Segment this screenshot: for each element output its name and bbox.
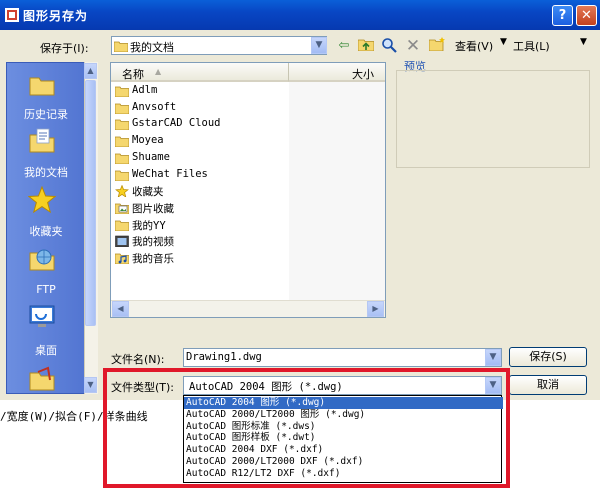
favorites-star-icon[interactable]: [28, 186, 56, 214]
back-arrow-icon[interactable]: ⇦: [335, 37, 353, 55]
filename-label: 文件名(N):: [111, 353, 165, 366]
up-folder-icon[interactable]: [357, 37, 375, 55]
chevron-down-icon: ▼: [500, 37, 507, 47]
file-list-item-label: 我的YY: [132, 219, 166, 232]
file-list-item-label: Shuame: [132, 150, 170, 163]
pictures-folder-icon: [115, 203, 129, 214]
help-button[interactable]: ?: [552, 5, 573, 26]
column-name-label: 名称: [122, 68, 144, 81]
sort-asc-icon: ▲: [155, 67, 162, 76]
chevron-down-icon[interactable]: ▼: [485, 349, 501, 366]
folder-icon: [115, 153, 129, 164]
history-icon[interactable]: [28, 70, 56, 98]
scroll-left-icon[interactable]: ◀: [112, 301, 129, 317]
highlight-box: [103, 368, 510, 488]
folder-icon: [115, 136, 129, 148]
folder-icon: [115, 103, 129, 114]
scroll-right-icon[interactable]: ▶: [367, 301, 384, 317]
favorites-folder-icon: [115, 185, 129, 198]
place-ftp-label[interactable]: FTP: [6, 283, 86, 296]
filename-value: Drawing1.dwg: [186, 351, 262, 363]
folder-icon: [115, 170, 129, 181]
preview-box: [396, 70, 590, 168]
scroll-down-icon[interactable]: ▼: [84, 377, 97, 393]
folder-icon: [114, 41, 128, 52]
folder-icon: [115, 119, 129, 131]
save-in-value: 我的文档: [130, 41, 174, 54]
new-folder-icon[interactable]: [428, 37, 446, 55]
window-title: 图形另存为: [23, 9, 89, 23]
search-web-icon[interactable]: [380, 37, 398, 55]
cancel-button[interactable]: 取消: [509, 375, 587, 395]
save-in-label: 保存于(I):: [40, 42, 89, 55]
column-size-label: 大小: [352, 68, 374, 81]
file-list-item-label: Adlm: [132, 84, 158, 96]
file-list-item-label: Moyea: [132, 134, 164, 147]
size-column-bg: [289, 82, 385, 300]
save-button[interactable]: 保存(S): [509, 347, 587, 367]
chevron-down-icon: ▼: [580, 37, 587, 47]
tools-menu[interactable]: 工具(L): [513, 38, 550, 54]
ftp-icon[interactable]: [28, 244, 56, 272]
places-scroll-thumb[interactable]: [85, 80, 96, 326]
scroll-up-icon[interactable]: ▲: [84, 63, 97, 79]
desktop-icon[interactable]: [28, 303, 56, 331]
my-documents-icon[interactable]: [28, 126, 56, 154]
music-folder-icon: [115, 253, 129, 264]
file-list-hscrollbar[interactable]: [111, 300, 385, 317]
file-list-item-label: GstarCAD Cloud: [132, 117, 221, 130]
folder-icon: [115, 220, 129, 231]
video-folder-icon: [115, 235, 129, 248]
delete-icon[interactable]: ✕: [404, 37, 422, 55]
folder-icon[interactable]: [28, 364, 56, 392]
title-bar: [0, 0, 600, 30]
file-list-item-label: 收藏夹: [132, 186, 164, 199]
close-button[interactable]: ✕: [576, 5, 597, 26]
view-menu[interactable]: 查看(V): [455, 38, 493, 54]
file-list-item-label: 我的视频: [132, 236, 174, 249]
file-list-item-label: 我的音乐: [132, 253, 174, 265]
place-my-documents-label[interactable]: 我的文档: [6, 164, 86, 180]
place-history-label[interactable]: 历史记录: [6, 106, 86, 122]
file-list-item-label: 图片收藏: [132, 202, 174, 215]
file-list-item-label: Anvsoft: [132, 100, 177, 113]
place-favorites-label[interactable]: 收藏夹: [6, 223, 86, 239]
place-desktop-label[interactable]: 桌面: [6, 342, 86, 358]
chevron-down-icon[interactable]: ▼: [311, 37, 327, 54]
app-icon: [5, 8, 19, 22]
folder-icon: [115, 86, 129, 97]
file-list-item-label: WeChat Files: [132, 167, 208, 180]
